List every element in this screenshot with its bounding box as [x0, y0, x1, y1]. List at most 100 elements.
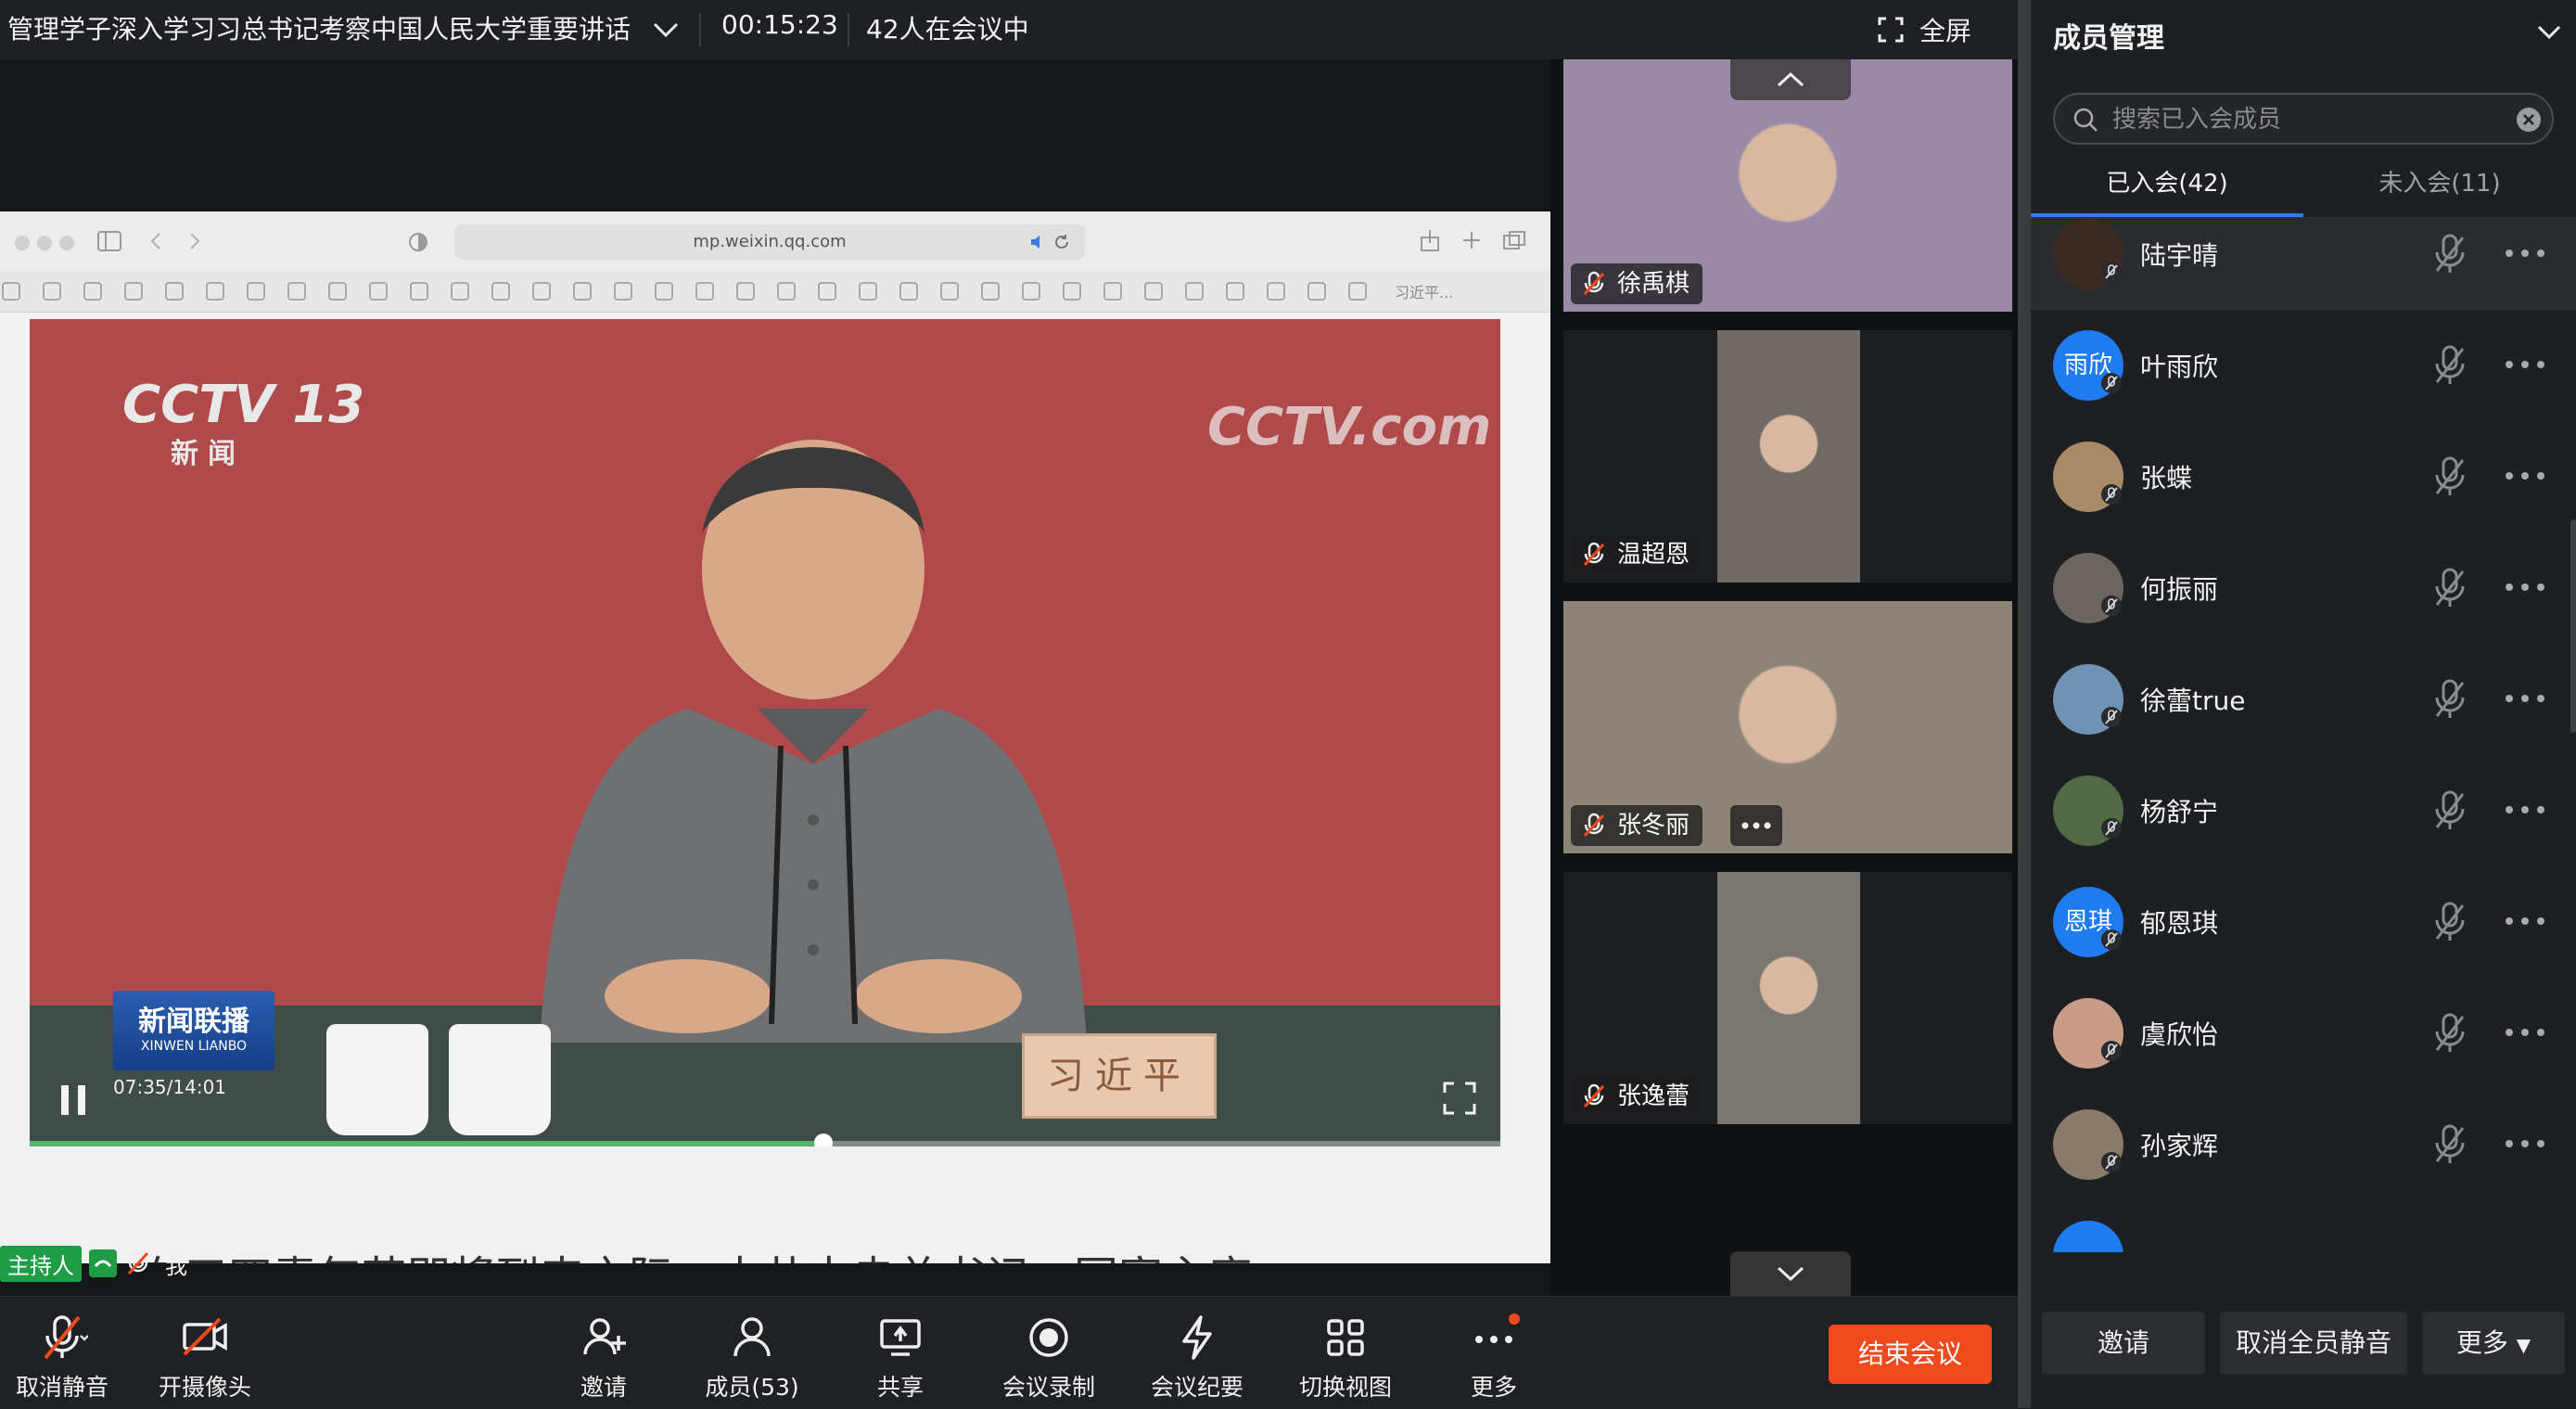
- mic-muted-icon[interactable]: [2429, 232, 2470, 276]
- member-row[interactable]: 雨欣 叶雨欣: [2031, 310, 2576, 421]
- mic-muted-icon[interactable]: [2429, 455, 2470, 499]
- fullscreen-button[interactable]: 全屏: [1877, 7, 1971, 52]
- more-dots-icon[interactable]: [2502, 1018, 2548, 1046]
- participant-video-tile[interactable]: 张逸蕾: [1563, 872, 2012, 1124]
- more-dots-icon[interactable]: [2502, 685, 2548, 712]
- participant-video-tile[interactable]: 张冬丽: [1563, 601, 2012, 853]
- bookmark-icon[interactable]: [124, 282, 143, 301]
- participant-video-tile[interactable]: 温超恩: [1563, 330, 2012, 583]
- minutes-button[interactable]: 会议纪要: [1128, 1306, 1267, 1403]
- bookmark-icon[interactable]: [695, 282, 714, 301]
- speaker-nameplate: 习近平: [1022, 1033, 1217, 1119]
- more-dots-icon[interactable]: [2502, 907, 2548, 935]
- bookmark-icon[interactable]: [1226, 282, 1244, 301]
- chevron-down-icon[interactable]: [647, 13, 684, 46]
- bookmark-icon[interactable]: [369, 282, 388, 301]
- more-dots-icon[interactable]: [2502, 573, 2548, 601]
- more-dots-icon[interactable]: [2502, 351, 2548, 378]
- bookmark-icon[interactable]: [43, 282, 61, 301]
- bookmark-icon[interactable]: [1063, 282, 1081, 301]
- end-meeting-button[interactable]: 结束会议: [1829, 1325, 1992, 1384]
- bookmark-icon[interactable]: [736, 282, 755, 301]
- bookmark-icon[interactable]: [655, 282, 673, 301]
- window-minimize-dot: [37, 236, 52, 250]
- bookmark-icon[interactable]: [981, 282, 1000, 301]
- bookmark-icon[interactable]: [328, 282, 347, 301]
- unmute-all-button[interactable]: 取消全员静音: [2220, 1312, 2407, 1375]
- switch-view-button[interactable]: 切换视图: [1276, 1306, 1415, 1403]
- bookmark-icon[interactable]: [777, 282, 796, 301]
- member-search-input[interactable]: [2111, 95, 2504, 145]
- bookmark-icon[interactable]: [410, 282, 428, 301]
- bookmark-icon[interactable]: [165, 282, 184, 301]
- member-row[interactable]: 陆宇晴: [2031, 219, 2576, 310]
- pause-icon[interactable]: [57, 1082, 89, 1119]
- bookmark-icon[interactable]: [287, 282, 306, 301]
- member-row[interactable]: 徐蕾true: [2031, 644, 2576, 755]
- mic-muted-icon[interactable]: [2429, 566, 2470, 610]
- scroll-up-button[interactable]: [1730, 59, 1851, 100]
- member-row[interactable]: 虞欣怡: [2031, 978, 2576, 1089]
- member-row[interactable]: 张蝶: [2031, 421, 2576, 532]
- bookmark-icon[interactable]: [532, 282, 551, 301]
- panel-invite-button[interactable]: 邀请: [2042, 1312, 2205, 1375]
- bookmark-icon[interactable]: [1267, 282, 1285, 301]
- program-logo-text: 新闻联播: [138, 1006, 249, 1038]
- member-row[interactable]: 恩琪 郁恩琪: [2031, 866, 2576, 978]
- clear-icon[interactable]: [2515, 106, 2543, 134]
- panel-more-button[interactable]: 更多 ▼: [2422, 1312, 2565, 1375]
- mic-muted-icon[interactable]: [2429, 1122, 2470, 1167]
- bookmark-icon[interactable]: [206, 282, 224, 301]
- bookmark-icon[interactable]: [247, 282, 265, 301]
- more-button[interactable]: 更多: [1424, 1306, 1563, 1403]
- bookmark-icon[interactable]: [614, 282, 632, 301]
- chevron-down-icon[interactable]: [2531, 15, 2567, 50]
- bookmark-icon[interactable]: [818, 282, 836, 301]
- member-row[interactable]: 孙家辉: [2031, 1089, 2576, 1200]
- mic-muted-icon[interactable]: [2429, 900, 2470, 944]
- mic-muted-icon[interactable]: [2429, 343, 2470, 388]
- bookmark-icon[interactable]: [1144, 282, 1163, 301]
- bookmark-icon[interactable]: [1103, 282, 1122, 301]
- mic-muted-icon[interactable]: [2429, 1011, 2470, 1056]
- bookmark-icon[interactable]: [573, 282, 592, 301]
- bookmark-icon[interactable]: [1022, 282, 1040, 301]
- bookmark-icon[interactable]: [491, 282, 510, 301]
- scroll-down-button[interactable]: [1730, 1251, 1851, 1296]
- members-button[interactable]: 成员(53): [682, 1306, 822, 1403]
- panel-divider[interactable]: [2018, 0, 2031, 1408]
- unmute-button[interactable]: 取消静音: [0, 1306, 132, 1403]
- meeting-title[interactable]: 管理学子深入学习习总书记考察中国人民大学重要讲话: [7, 9, 631, 46]
- panel-title: 成员管理: [2053, 22, 2164, 55]
- member-list-scrollbar[interactable]: [2570, 519, 2576, 733]
- share-button[interactable]: 共享: [831, 1306, 970, 1403]
- tab-not-joined[interactable]: 未入会(11): [2303, 156, 2576, 217]
- mic-muted-icon[interactable]: [2429, 788, 2470, 833]
- more-dots-icon[interactable]: [2502, 1130, 2548, 1158]
- tab-overview-icon: [1503, 231, 1525, 250]
- more-dots-icon[interactable]: [2502, 462, 2548, 490]
- record-button[interactable]: 会议录制: [979, 1306, 1118, 1403]
- camera-button[interactable]: 开摄像头: [135, 1306, 274, 1403]
- bookmark-icon[interactable]: [451, 282, 469, 301]
- bookmark-icon[interactable]: [1348, 282, 1367, 301]
- bookmark-icon[interactable]: [899, 282, 918, 301]
- member-row[interactable]: 何振丽: [2031, 532, 2576, 644]
- member-row[interactable]: 杨舒宁: [2031, 755, 2576, 866]
- bookmark-icon[interactable]: [1307, 282, 1326, 301]
- more-dots-icon[interactable]: [2502, 796, 2548, 824]
- bookmark-icon[interactable]: [1185, 282, 1204, 301]
- video-progress-bar[interactable]: [30, 1134, 1500, 1146]
- more-dots-icon[interactable]: [2502, 239, 2548, 267]
- bookmark-icon[interactable]: [859, 282, 877, 301]
- invite-button[interactable]: 邀请: [534, 1306, 673, 1403]
- tab-joined[interactable]: 已入会(42): [2031, 156, 2303, 217]
- expand-icon[interactable]: [1441, 1080, 1478, 1117]
- participant-more-button[interactable]: [1730, 805, 1782, 846]
- mic-muted-icon[interactable]: [2429, 677, 2470, 722]
- bookmark-icon[interactable]: [940, 282, 959, 301]
- shared-screen-area: mp.weixin.qq.com 习近平... CCTV 13 新闻 CCTV.…: [0, 59, 1550, 1296]
- bookmark-icon[interactable]: [83, 282, 102, 301]
- mic-muted-badge-icon: [2101, 818, 2122, 839]
- bookmark-icon[interactable]: [2, 282, 20, 301]
